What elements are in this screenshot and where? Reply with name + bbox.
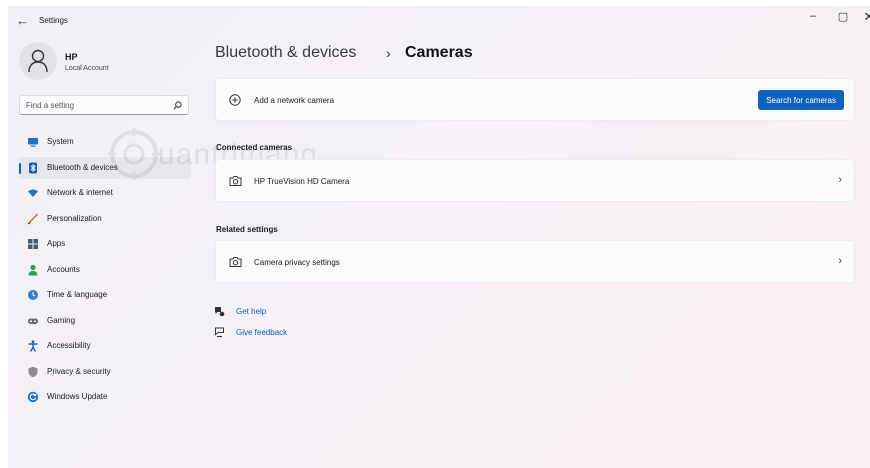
search-input[interactable] [26, 99, 166, 112]
sidebar-item-personalization[interactable]: Personalization [19, 208, 191, 230]
sidebar-item-accounts[interactable]: Accounts [19, 259, 191, 281]
sidebar-item-gaming[interactable]: Gaming [19, 310, 191, 332]
sidebar-item-time-language[interactable]: Time & language [19, 284, 191, 306]
app-title: Settings [39, 16, 68, 25]
breadcrumb-separator: › [386, 45, 391, 61]
settings-window: ← Settings – ▢ ✕ uantrimang HP Local Acc… [8, 6, 870, 468]
camera-privacy-settings-label: Camera privacy settings [254, 258, 340, 267]
sidebar-item-label: Accessibility [47, 341, 91, 350]
sidebar-item-network[interactable]: Network & internet [19, 182, 191, 204]
camera-item-card[interactable]: HP TrueVision HD Camera › [215, 159, 855, 202]
sidebar-item-accessibility[interactable]: Accessibility [19, 335, 191, 357]
feedback-icon [215, 327, 224, 337]
get-help-label: Get help [236, 307, 267, 316]
sidebar-item-label: Bluetooth & devices [47, 163, 118, 172]
camera-item-label: HP TrueVision HD Camera [254, 177, 350, 186]
person-icon [28, 264, 38, 276]
profile-name: HP [65, 52, 78, 62]
search-box[interactable] [19, 95, 189, 115]
search-icon [173, 101, 182, 110]
bluetooth-icon [29, 162, 37, 174]
sidebar-item-label: Network & internet [47, 188, 113, 197]
sidebar-item-label: Privacy & security [47, 367, 111, 376]
sidebar-item-label: Apps [47, 239, 66, 248]
gamepad-icon [28, 318, 38, 324]
minimize-button[interactable]: – [800, 10, 826, 22]
sidebar-item-bluetooth[interactable]: Bluetooth & devices [19, 157, 191, 179]
close-button[interactable]: ✕ [856, 9, 870, 25]
related-settings-heading: Related settings [216, 225, 278, 234]
add-network-camera-card: Add a network camera Search for cameras [215, 78, 855, 121]
wifi-icon [28, 189, 38, 197]
sidebar-item-label: Windows Update [47, 392, 108, 401]
active-indicator [19, 163, 21, 174]
profile-account-type: Local Account [65, 65, 109, 72]
accessibility-icon [28, 340, 38, 352]
add-circle-icon [229, 94, 241, 106]
sidebar-item-label: Time & language [47, 290, 108, 299]
chevron-right-icon: › [838, 174, 842, 186]
sidebar-item-label: Accounts [47, 265, 80, 274]
sidebar-item-label: System [47, 137, 74, 146]
camera-privacy-settings-card[interactable]: Camera privacy settings › [215, 240, 855, 283]
maximize-button[interactable]: ▢ [830, 10, 856, 23]
sidebar-item-windows-update[interactable]: Windows Update [19, 386, 191, 408]
page-title: Cameras [405, 44, 473, 61]
sidebar-item-label: Personalization [47, 214, 102, 223]
person-avatar-icon [28, 49, 48, 73]
update-icon [27, 391, 39, 403]
give-feedback-label: Give feedback [236, 328, 288, 337]
title-bar: ← Settings – ▢ ✕ [8, 6, 870, 38]
monitor-icon [28, 138, 38, 147]
camera-icon [229, 257, 242, 267]
sidebar-item-apps[interactable]: Apps [19, 233, 191, 255]
breadcrumb-parent[interactable]: Bluetooth & devices [215, 44, 356, 62]
apps-icon [28, 239, 38, 249]
search-for-cameras-button[interactable]: Search for cameras [758, 90, 844, 110]
sidebar-item-system[interactable]: System [19, 131, 191, 153]
globe-clock-icon [28, 290, 38, 300]
connected-cameras-heading: Connected cameras [216, 143, 293, 152]
sidebar-item-privacy[interactable]: Privacy & security [19, 361, 191, 383]
brush-icon [27, 213, 39, 225]
shield-icon [28, 366, 38, 378]
help-chat-icon [215, 307, 225, 317]
sidebar-item-label: Gaming [47, 316, 76, 325]
camera-icon [229, 176, 242, 186]
chevron-right-icon: › [838, 255, 842, 267]
add-network-camera-label: Add a network camera [254, 96, 335, 105]
back-arrow-icon[interactable]: ← [16, 13, 29, 28]
avatar[interactable] [19, 42, 57, 80]
